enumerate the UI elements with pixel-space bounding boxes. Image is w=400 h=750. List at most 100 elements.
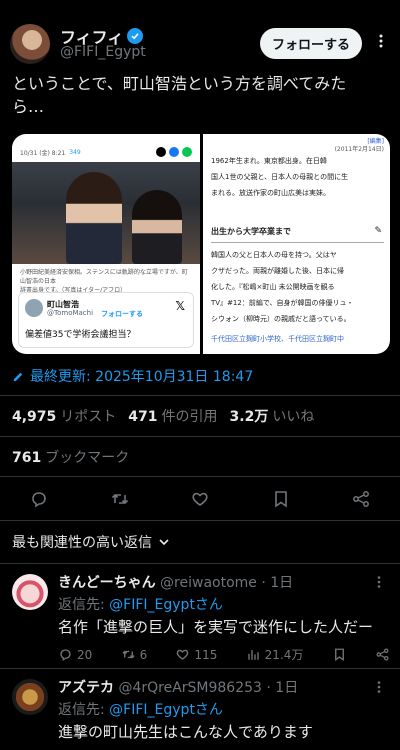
- reply-to-line: 返信先: @FIFI_Egyptさん: [58, 594, 223, 614]
- repost-icon[interactable]: [109, 488, 131, 510]
- tweet-header: フィフィ @FIFI_Egypt フォローする: [10, 16, 390, 66]
- bookmarks-count: 761: [12, 450, 42, 466]
- wiki-section-rule: [211, 242, 384, 243]
- author-handle[interactable]: @FIFI_Egypt: [60, 44, 146, 60]
- repost-icon: [121, 650, 135, 659]
- embedded-follow: フォローする: [101, 310, 143, 318]
- reposts-stat[interactable]: 4,975 リポスト: [12, 406, 116, 426]
- reply-author-name[interactable]: きんどーちゃん: [58, 575, 156, 591]
- facebook-share-icon: [169, 147, 179, 157]
- wiki-line: TV』#12：前編で、自身が韓国の俳優リュ・: [211, 299, 354, 307]
- pencil-icon: ✎: [374, 226, 382, 236]
- reply-reply-button[interactable]: 20: [58, 646, 92, 663]
- reply-text: 進撃の町山先生はこんな人であります: [58, 723, 313, 741]
- x-logo-icon: 𝕏: [175, 299, 185, 313]
- x-share-icon: [156, 147, 166, 157]
- wiki-section-heading: 出生から大学卒業まで: [211, 227, 291, 236]
- share-icons: [156, 147, 192, 157]
- reply-avatar[interactable]: [12, 574, 48, 610]
- quotes-stat[interactable]: 471 件の引用: [128, 406, 217, 426]
- likes-stat[interactable]: 3.2万 いいね: [230, 406, 315, 426]
- bookmark-icon: [334, 648, 344, 662]
- reply-repost-button[interactable]: 6: [121, 646, 148, 663]
- reply-author-handle[interactable]: @4rQreArSM986253: [118, 680, 262, 696]
- reply-count: 20: [77, 647, 93, 662]
- last-edited-label[interactable]: 最終更新: 2025年10月31日 18:47: [30, 366, 253, 386]
- share-icon[interactable]: [350, 488, 372, 510]
- engagement-stats: 4,975 リポスト 471 件の引用 3.2万 いいね: [12, 406, 314, 426]
- more-options-icon[interactable]: [372, 679, 386, 698]
- share-icon: [376, 648, 389, 661]
- reply-author-name[interactable]: アズテカ: [58, 680, 114, 696]
- bookmarks-label: ブックマーク: [45, 450, 130, 466]
- follow-button[interactable]: フォローする: [259, 28, 362, 59]
- reply-bookmark-button[interactable]: [332, 646, 347, 663]
- wiki-date-note: (2011年2月14日): [334, 146, 384, 153]
- person-figure: [66, 172, 122, 264]
- reply-to-link[interactable]: @FIFI_Egyptさん: [109, 597, 223, 613]
- tweet-text-line: ら…: [12, 97, 45, 116]
- more-options-icon[interactable]: [372, 32, 390, 50]
- reply-avatar[interactable]: [12, 679, 48, 715]
- bookmark-icon[interactable]: [270, 488, 292, 510]
- tweet-text-line: ということで、町山智浩という方を調べてみた: [12, 74, 347, 93]
- article-meta: 10/31 (金) 8:21 349: [20, 144, 192, 160]
- line-share-icon: [182, 147, 192, 157]
- reply-icon[interactable]: [28, 488, 50, 510]
- views-chart-icon: [247, 650, 259, 660]
- caption-line: 小野田紀美経済安保相。ステンスには軌跡的な立場ですが、町山智浩の日本: [20, 269, 188, 285]
- author-avatar[interactable]: [10, 24, 50, 64]
- divider: [0, 520, 400, 521]
- repost-count: 6: [139, 647, 148, 662]
- edit-pencil-icon: [13, 372, 23, 381]
- wiki-line: 1962年生まれ。東京都出身。在日韓: [211, 157, 327, 165]
- likes-label: いいね: [272, 409, 315, 425]
- reply-text: 名作「進撃の巨人」を実写で迷作にした人だー: [58, 618, 374, 636]
- media-image-wiki[interactable]: [編集] (2011年2月14日) 1962年生まれ。東京都出身。在日韓 国人1…: [203, 134, 390, 354]
- reply-item[interactable]: アズテカ @4rQreArSM986253 · 1日 返信先: @FIFI_Eg…: [12, 677, 390, 750]
- reposts-label: リポスト: [60, 409, 117, 425]
- wiki-line: 千代田区立麹町小学校、千代田区立麹町中: [211, 335, 344, 343]
- tweet-action-bar: [28, 488, 372, 510]
- reply-time[interactable]: · 1日: [266, 680, 298, 696]
- reply-views[interactable]: 21.4万: [246, 646, 303, 663]
- reply-sort-label[interactable]: 最も関連性の高い返信: [12, 532, 152, 552]
- divider: [0, 436, 400, 437]
- last-edited[interactable]: 最終更新: 2025年10月31日 18:47: [12, 366, 253, 386]
- article-photo: [12, 162, 200, 264]
- wiki-line: まれる。放送作家の町山広美は実妹。: [211, 189, 330, 197]
- wiki-line: クザだった。両親が離婚した後、日本に帰: [211, 267, 344, 275]
- reply-to-prefix: 返信先:: [58, 702, 110, 718]
- like-heart-icon[interactable]: [189, 488, 211, 510]
- reply-header: きんどーちゃん @reiwaotome · 1日: [58, 572, 293, 592]
- chevron-down-icon: [159, 539, 169, 546]
- more-options-icon[interactable]: [372, 574, 386, 593]
- likes-count: 3.2万: [229, 409, 269, 425]
- media-image-article[interactable]: 10/31 (金) 8:21 349 小野田紀美経済安保相。ステンスには軌跡的な…: [12, 134, 200, 354]
- quotes-count: 471: [128, 409, 158, 425]
- reply-header: アズテカ @4rQreArSM986253 · 1日: [58, 677, 298, 697]
- tweet-media[interactable]: 10/31 (金) 8:21 349 小野田紀美経済安保相。ステンスには軌跡的な…: [12, 134, 390, 354]
- embedded-avatar: [25, 299, 43, 317]
- reposts-count: 4,975: [12, 409, 57, 425]
- reply-author-handle[interactable]: @reiwaotome: [160, 575, 257, 591]
- person-figure: [132, 190, 182, 264]
- embedded-text: 偏差値35で学術会議担当？: [25, 330, 136, 340]
- reply-like-button[interactable]: 115: [175, 646, 217, 663]
- reply-sort-selector[interactable]: 最も関連性の高い返信: [12, 532, 170, 552]
- reply-share-button[interactable]: [375, 646, 390, 663]
- wiki-line: 化した。『松嶋×町山 未公開映画を観る: [211, 283, 335, 291]
- embedded-handle: @TomoMachi: [47, 309, 94, 317]
- reply-icon: [60, 649, 71, 662]
- divider: [0, 476, 400, 477]
- divider: [0, 668, 400, 669]
- quotes-label: 件の引用: [161, 409, 218, 425]
- article-date: 10/31 (金) 8:21: [20, 149, 66, 157]
- bookmarks-stat[interactable]: 761 ブックマーク: [12, 447, 129, 467]
- reply-time[interactable]: · 1日: [261, 575, 293, 591]
- wiki-line: 韓国人の父と日本人の母を持つ。父はヤ: [211, 251, 337, 259]
- tweet-text: ということで、町山智浩という方を調べてみた ら…: [12, 72, 390, 118]
- verified-badge-icon: [127, 28, 144, 44]
- reply-to-link[interactable]: @FIFI_Egyptさん: [109, 702, 223, 718]
- reply-item[interactable]: きんどーちゃん @reiwaotome · 1日 返信先: @FIFI_Egyp…: [12, 572, 390, 664]
